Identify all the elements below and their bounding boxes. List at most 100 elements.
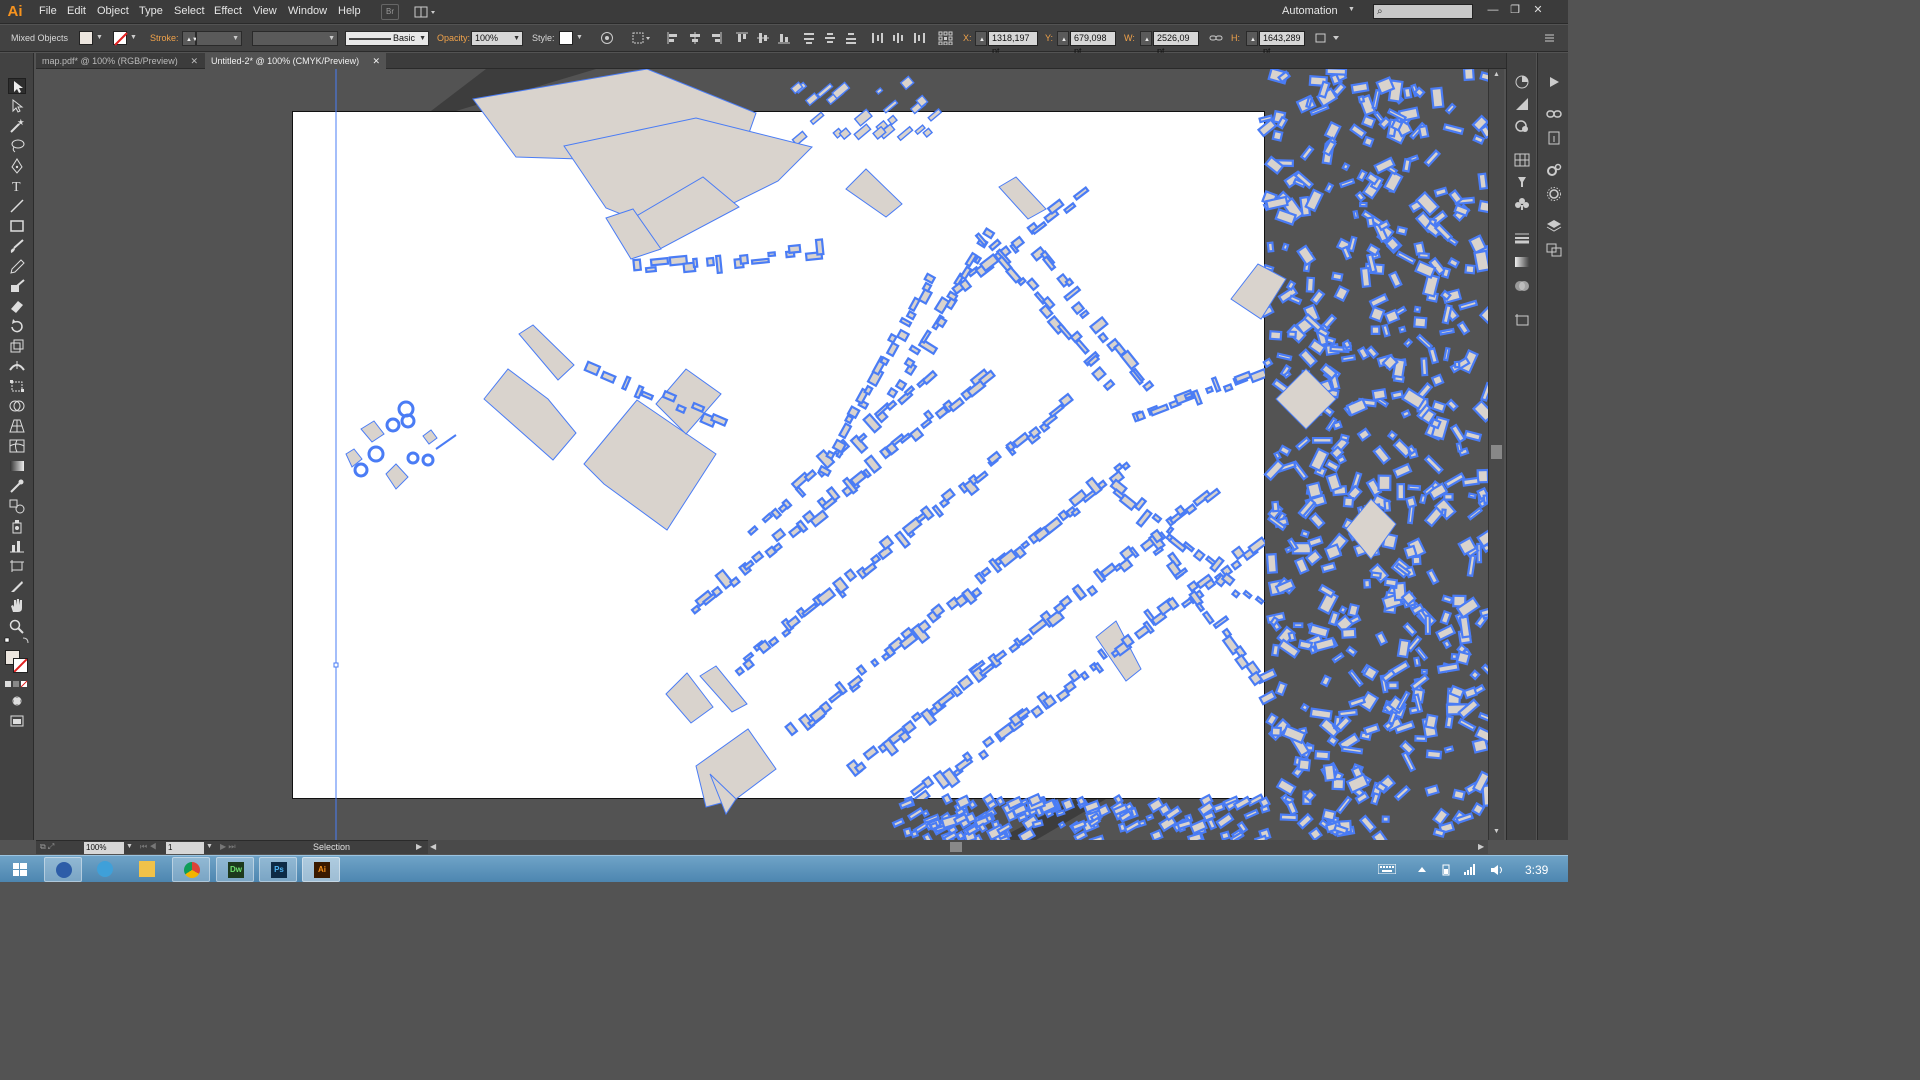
building-shape[interactable]	[769, 507, 783, 520]
h-stepper[interactable]: ▲	[1246, 31, 1258, 46]
fill-swatch[interactable]	[79, 31, 93, 45]
close-tab-icon[interactable]: ✕	[372, 53, 380, 69]
building-shape[interactable]	[1268, 330, 1283, 341]
hand-tool[interactable]	[8, 598, 26, 614]
building-shape[interactable]	[1450, 652, 1459, 661]
building-shape[interactable]	[955, 830, 966, 840]
fill-chevron-icon[interactable]: ▼	[96, 34, 103, 41]
play-actions-button[interactable]	[1546, 75, 1562, 89]
building-shape[interactable]	[599, 370, 617, 385]
building-shape[interactable]	[1152, 545, 1165, 557]
building-shape[interactable]	[1287, 631, 1297, 643]
building-shape[interactable]	[870, 657, 880, 668]
building-shape[interactable]	[1149, 828, 1164, 840]
building-shape[interactable]	[784, 721, 799, 737]
graphic-style-swatch[interactable]	[559, 31, 573, 45]
building-shape[interactable]	[705, 256, 715, 267]
width-tool[interactable]	[8, 358, 26, 374]
building-shape[interactable]	[1309, 707, 1333, 721]
building-shape[interactable]	[1219, 830, 1231, 840]
zoom-chevron-icon[interactable]: ▼	[126, 843, 133, 850]
align-right-button[interactable]	[709, 31, 723, 45]
building-shape[interactable]	[761, 512, 774, 524]
building-shape[interactable]	[750, 257, 770, 265]
building-shape[interactable]	[853, 123, 872, 141]
building-shape[interactable]	[1247, 536, 1266, 555]
building-shape[interactable]	[1443, 745, 1455, 754]
building-shape[interactable]	[1183, 391, 1194, 400]
building-shape[interactable]	[1119, 349, 1140, 371]
building-shape[interactable]	[831, 81, 851, 100]
building-shape[interactable]	[1441, 594, 1454, 605]
document-info-panel-button[interactable]	[1546, 131, 1562, 145]
building-shape[interactable]	[1046, 198, 1065, 216]
symbols-panel-button[interactable]	[1514, 197, 1530, 211]
building-shape[interactable]	[804, 92, 820, 107]
building-shape[interactable]	[1418, 493, 1428, 505]
building-shape[interactable]	[1113, 462, 1124, 473]
building-shape[interactable]	[1404, 495, 1418, 509]
taskbar-thunderbird[interactable]	[44, 857, 82, 882]
building-shape[interactable]	[747, 524, 759, 537]
transform-options-button[interactable]	[1315, 31, 1341, 45]
building-shape[interactable]	[1055, 809, 1066, 818]
building-shape[interactable]	[1402, 157, 1412, 173]
building-shape[interactable]	[1011, 431, 1031, 449]
building-shape[interactable]	[1117, 822, 1128, 833]
taskbar-illustrator[interactable]: Ai	[302, 857, 340, 882]
building-shape[interactable]	[1230, 588, 1241, 599]
building-shape[interactable]	[1462, 69, 1475, 82]
building-shape[interactable]	[644, 266, 658, 274]
building-shape[interactable]	[981, 735, 995, 749]
y-stepper[interactable]: ▲	[1057, 31, 1069, 46]
building-shape[interactable]	[903, 356, 916, 369]
building-shape[interactable]	[1340, 627, 1357, 639]
drawing-mode-button[interactable]	[8, 693, 26, 709]
building-shape[interactable]	[728, 576, 742, 588]
reference-point-button[interactable]	[938, 31, 954, 46]
building-shape[interactable]	[1398, 325, 1407, 334]
building-shape[interactable]	[1322, 763, 1337, 782]
building-shape[interactable]	[1079, 670, 1090, 682]
building-shape[interactable]	[1020, 539, 1031, 550]
building-shape[interactable]	[1440, 266, 1452, 279]
building-shape[interactable]	[941, 792, 954, 806]
building-shape[interactable]	[875, 86, 884, 95]
scroll-right-icon[interactable]: ▶	[1478, 842, 1484, 851]
building-shape[interactable]	[1341, 162, 1351, 172]
building-shape[interactable]	[1400, 408, 1412, 419]
lasso-tool[interactable]	[8, 138, 26, 154]
building-shape[interactable]	[1279, 813, 1299, 822]
battery-icon[interactable]	[1440, 864, 1452, 876]
building-shape[interactable]	[1467, 492, 1477, 500]
building-shape[interactable]	[1041, 255, 1057, 272]
links-panel-button[interactable]	[1546, 107, 1562, 121]
color-mode-buttons[interactable]	[5, 679, 29, 688]
variable-width-profile[interactable]: ▼	[252, 31, 338, 46]
scroll-left-icon[interactable]: ◀	[430, 842, 436, 851]
building-parcels[interactable]	[472, 69, 1397, 816]
building-shape[interactable]	[1210, 376, 1222, 393]
artboard-chevron-icon[interactable]: ▼	[206, 843, 213, 850]
building-shape[interactable]	[620, 375, 632, 391]
building-shape[interactable]	[750, 550, 765, 564]
close-tab-icon[interactable]: ✕	[190, 53, 198, 69]
building-shape[interactable]	[1395, 225, 1408, 236]
constrain-proportions-button[interactable]	[1209, 31, 1223, 45]
building-shape[interactable]	[899, 75, 915, 91]
building-shape[interactable]	[940, 487, 956, 503]
building-shape[interactable]	[1461, 476, 1480, 487]
building-shape[interactable]	[1096, 479, 1108, 491]
scroll-down-icon[interactable]: ▼	[1493, 828, 1500, 835]
building-shape[interactable]	[1093, 661, 1105, 674]
building-shape[interactable]	[1430, 373, 1445, 388]
help-search-input[interactable]: ⌕	[1373, 4, 1473, 19]
building-shape[interactable]	[1212, 614, 1230, 630]
building-shape[interactable]	[862, 745, 880, 761]
style-chevron-icon[interactable]: ▼	[576, 34, 583, 41]
building-shape[interactable]	[1019, 633, 1033, 647]
building-shape[interactable]	[1299, 702, 1310, 713]
menu-help[interactable]: Help	[338, 5, 361, 17]
building-shape[interactable]	[977, 749, 990, 761]
building-shape[interactable]	[1305, 481, 1323, 500]
